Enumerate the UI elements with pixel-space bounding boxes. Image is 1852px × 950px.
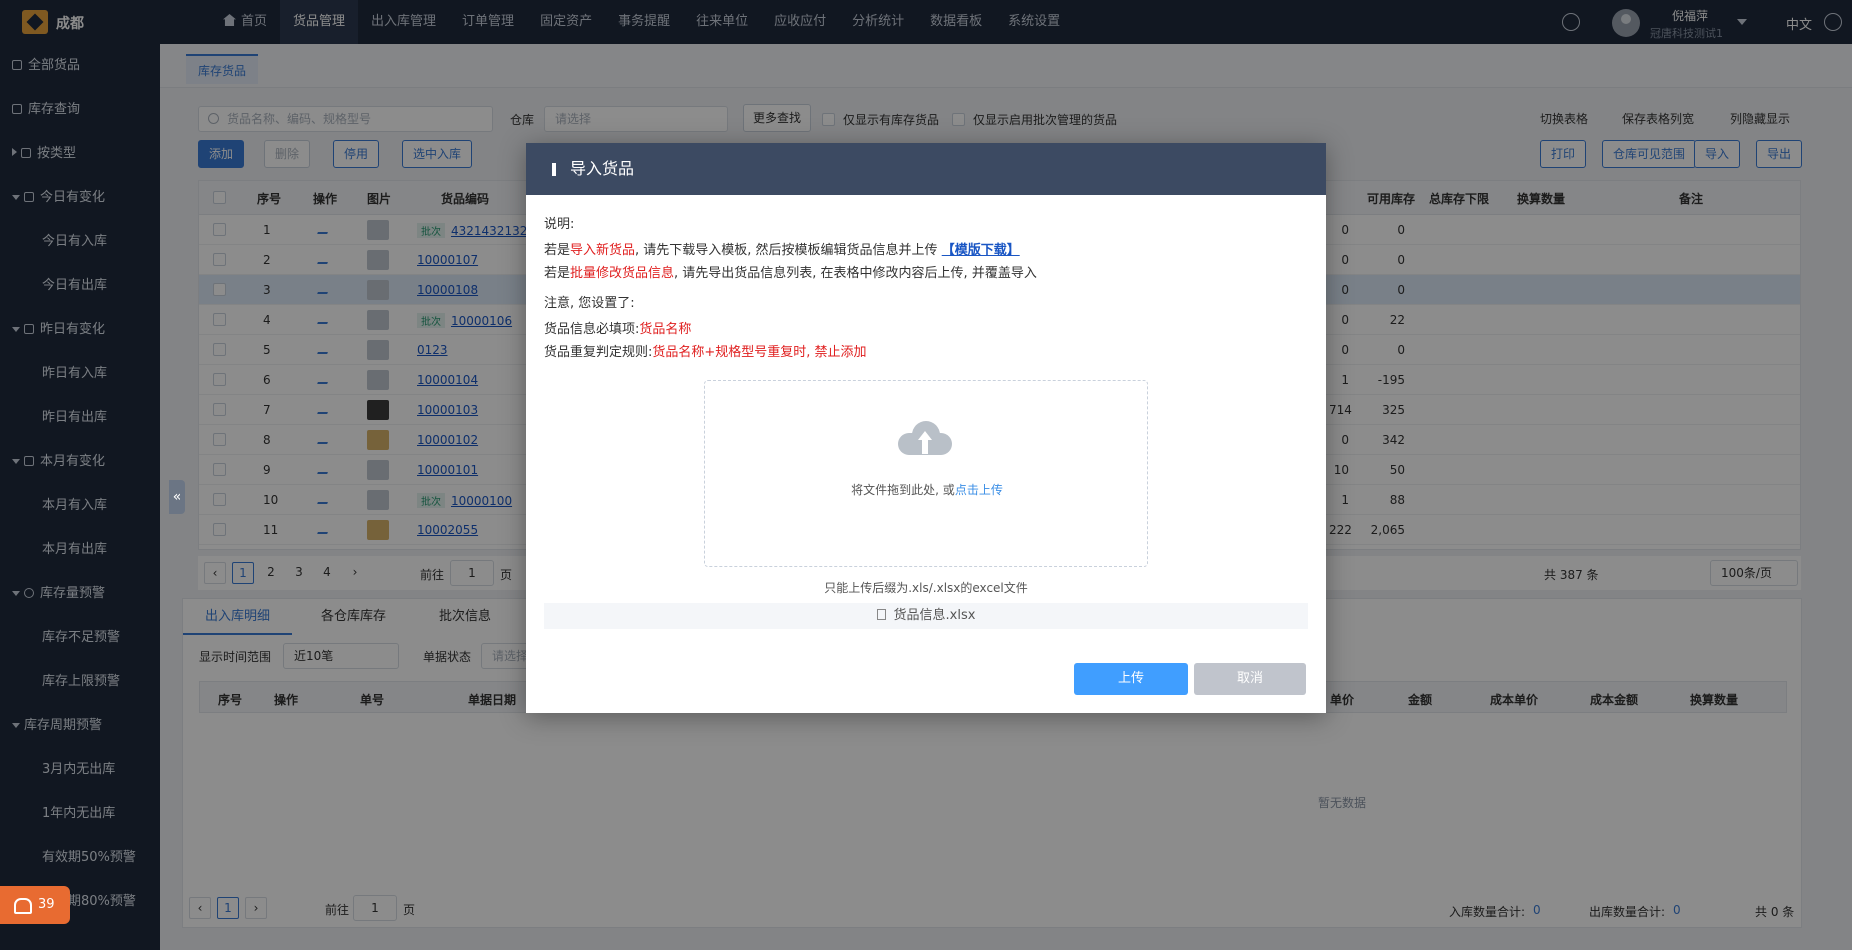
file-icon bbox=[876, 609, 886, 620]
click-upload-link[interactable]: 点击上传 bbox=[955, 483, 1003, 497]
cloud-upload-icon bbox=[898, 421, 952, 455]
note-label: 注意, 您设置了: bbox=[544, 296, 635, 311]
desc-label: 说明: bbox=[544, 217, 575, 232]
collapse-sidebar-button[interactable]: « bbox=[169, 480, 185, 514]
template-download-link[interactable]: 【模版下载】 bbox=[942, 243, 1020, 258]
import-goods-dialog: 导入货品 说明: 若是导入新货品, 请先下载导入模板, 然后按模板编辑货品信息并… bbox=[526, 143, 1326, 713]
instruction-batch-edit: 若是批量修改货品信息, 请先导出货品信息列表, 在表格中修改内容后上传, 并覆盖… bbox=[544, 266, 1037, 281]
required-fields: 货品信息必填项:货品名称 bbox=[544, 322, 692, 337]
upload-hint: 只能上传后缀为.xls/.xlsx的excel文件 bbox=[824, 581, 1028, 595]
selected-file[interactable]: 货品信息.xlsx bbox=[544, 603, 1308, 629]
upload-button[interactable]: 上传 bbox=[1074, 663, 1188, 695]
dropzone-text: 将文件拖到此处, 或点击上传 bbox=[851, 483, 1003, 497]
duplicate-rule: 货品重复判定规则:货品名称+规格型号重复时, 禁止添加 bbox=[544, 345, 867, 360]
dialog-title: 导入货品 bbox=[526, 143, 1326, 195]
instruction-new: 若是导入新货品, 请先下载导入模板, 然后按模板编辑货品信息并上传 【模版下载】 bbox=[544, 243, 1020, 258]
cancel-button[interactable]: 取消 bbox=[1194, 663, 1306, 695]
alarm-count-badge[interactable]: 39 bbox=[0, 886, 70, 924]
upload-dropzone[interactable]: 将文件拖到此处, 或点击上传 bbox=[704, 380, 1148, 567]
